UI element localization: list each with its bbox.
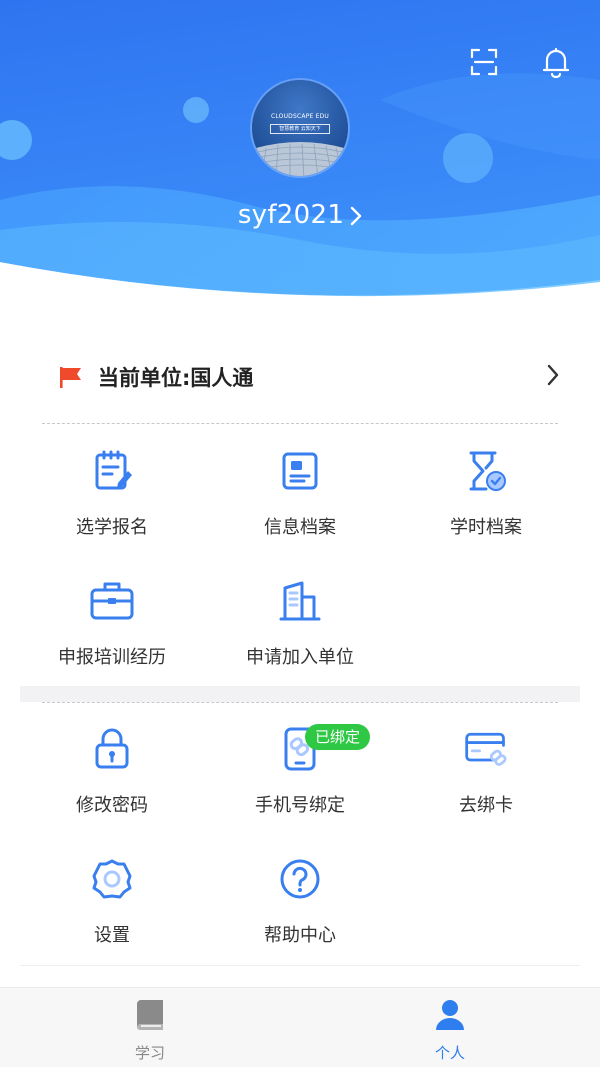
book-icon [137,1000,163,1031]
profile-page: CLOUDSCAPE EDU 智慧教育 云知天下 syf2021 当前单位:国人… [0,0,600,1067]
current-org-row[interactable]: 当前单位:国人通 [40,350,560,404]
help-center-item[interactable]: 帮助中心 [230,856,370,947]
bottom-tab-bar: 学习 个人 [0,987,600,1067]
settings-item[interactable]: 设置 [42,856,182,947]
username: syf2021 [237,200,345,230]
profile-card-icon [277,448,323,494]
flag-icon [60,367,81,388]
study-hours-archive-label: 学时档案 [450,517,522,538]
tab-me-label: 个人 [434,1044,465,1062]
divider [42,702,558,703]
person-icon [436,1000,464,1030]
card-link-icon [463,726,509,772]
join-org-item[interactable]: 申请加入单位 [230,578,370,669]
info-archive-item[interactable]: 信息档案 [230,448,370,539]
help-circle-icon [277,856,323,902]
tab-study-label: 学习 [134,1044,165,1062]
divider [42,423,558,424]
scan-icon [470,48,498,76]
avatar-slogan: 智慧教育 云知天下 [270,124,330,134]
tab-me[interactable]: 个人 [390,998,510,1063]
building-icon [277,578,323,624]
declare-training-item[interactable]: 申报培训经历 [42,578,182,669]
bind-card-label: 去绑卡 [459,795,513,816]
tab-study[interactable]: 学习 [90,998,210,1063]
bound-status-badge: 已绑定 [305,724,371,750]
help-center-label: 帮助中心 [264,925,336,946]
profile-header: CLOUDSCAPE EDU 智慧教育 云知天下 syf2021 [0,0,600,300]
join-org-label: 申请加入单位 [246,647,354,668]
divider [20,965,580,966]
change-password-item[interactable]: 修改密码 [42,726,182,817]
bind-card-item[interactable]: 去绑卡 [416,726,556,817]
current-org-label: 当前单位:国人通 [98,366,254,390]
clipboard-edit-icon [89,448,135,494]
gear-icon [89,856,135,902]
phone-binding-label: 手机号绑定 [255,795,345,816]
study-hours-archive-item[interactable]: 学时档案 [416,448,556,539]
hourglass-check-icon [463,448,509,494]
phone-binding-item[interactable]: 已绑定 手机号绑定 [230,724,371,817]
lock-icon [89,726,135,772]
username-row[interactable]: syf2021 [0,200,600,230]
briefcase-icon [89,578,135,624]
notification-button[interactable] [534,40,578,84]
scan-button[interactable] [462,40,506,84]
avatar-stadium-graphic [252,142,348,176]
phone-link-icon: 已绑定 [277,724,371,772]
avatar-brand: CLOUDSCAPE EDU [270,113,330,120]
avatar[interactable]: CLOUDSCAPE EDU 智慧教育 云知天下 [252,80,348,176]
chevron-right-icon [547,364,559,386]
chevron-right-icon [350,206,362,226]
info-archive-label: 信息档案 [264,517,336,538]
change-password-label: 修改密码 [76,795,148,816]
enroll-course-item[interactable]: 选学报名 [42,448,182,539]
enroll-course-label: 选学报名 [76,517,148,538]
bell-icon [542,47,570,78]
declare-training-label: 申报培训经历 [58,647,166,668]
settings-label: 设置 [94,925,130,946]
section-separator [20,686,580,702]
